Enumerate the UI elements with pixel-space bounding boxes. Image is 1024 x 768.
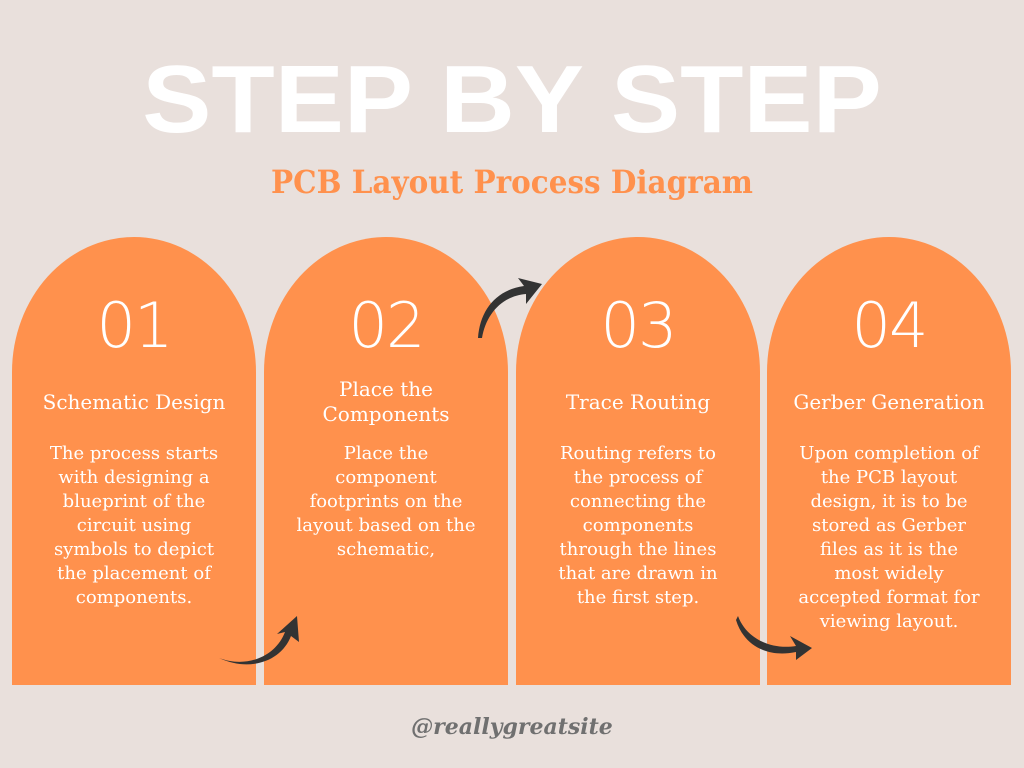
step-number: 01 [96,289,174,362]
curved-arrow-icon [219,616,299,665]
step-description: The process starts with designing a blue… [49,443,219,608]
curved-arrow-icon [736,616,812,660]
step-number: 03 [600,289,678,362]
step-title: Schematic Design [42,389,226,414]
step-number: 04 [851,289,929,362]
step-card-3: 03 Trace Routing Routing refers to the p… [516,237,760,685]
step-number: 02 [348,289,426,362]
step-description: Place the component footprints on the la… [296,443,476,560]
footer-handle: @reallygreatsite [411,714,613,740]
step-description: Upon completion of the PCB layout design… [798,443,980,632]
page-title: STEP BY STEP [142,46,882,153]
step-title: Gerber Generation [793,389,985,414]
curved-arrow-icon [478,278,542,338]
page-subtitle: PCB Layout Process Diagram [271,163,753,201]
step-description: Routing refers to the process of connect… [558,443,718,608]
step-title: Trace Routing [565,389,711,414]
step-title: Place the Components [322,377,450,426]
